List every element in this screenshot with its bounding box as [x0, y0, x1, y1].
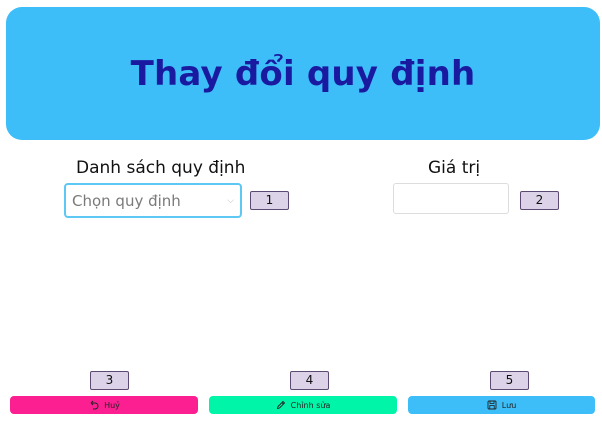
value-input[interactable]	[393, 183, 509, 214]
rules-select[interactable]: Chọn quy định ⌵	[64, 183, 242, 218]
rules-edit-page: Thay đổi quy định Danh sách quy định Giá…	[0, 0, 602, 445]
chevron-down-icon: ⌵	[227, 195, 234, 205]
save-icon	[487, 400, 497, 410]
cancel-button[interactable]: Huỷ	[10, 396, 198, 414]
marker-4: 4	[290, 371, 329, 390]
marker-1: 1	[250, 191, 289, 210]
marker-5: 5	[490, 371, 529, 390]
undo-icon	[88, 400, 99, 410]
cancel-button-label: Huỷ	[104, 400, 120, 410]
page-header: Thay đổi quy định	[6, 7, 600, 140]
edit-button[interactable]: Chỉnh sửa	[209, 396, 397, 414]
rules-select-placeholder: Chọn quy định	[72, 192, 181, 210]
pencil-icon	[276, 400, 286, 410]
marker-2: 2	[520, 191, 559, 210]
save-button[interactable]: Lưu	[408, 396, 595, 414]
marker-3: 3	[90, 371, 129, 390]
rules-list-label: Danh sách quy định	[76, 158, 246, 178]
edit-button-label: Chỉnh sửa	[290, 400, 331, 410]
value-label: Giá trị	[428, 158, 481, 178]
save-button-label: Lưu	[501, 400, 517, 410]
page-title: Thay đổi quy định	[130, 53, 476, 94]
